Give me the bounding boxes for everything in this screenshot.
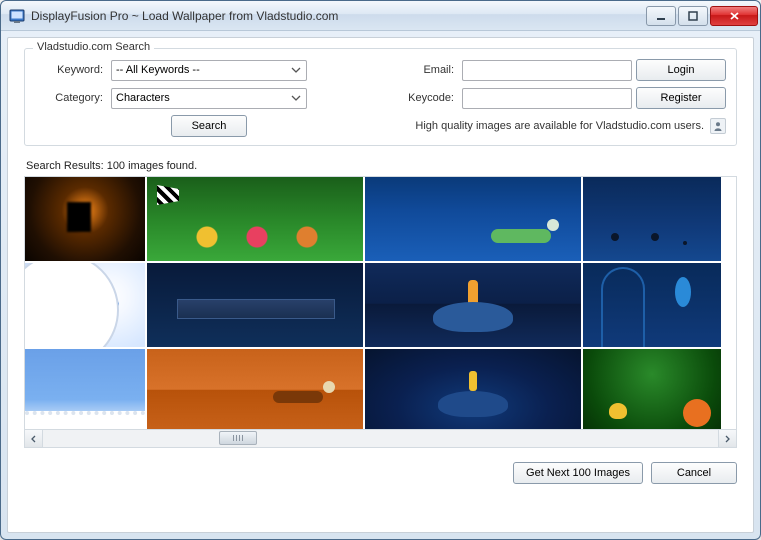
keyword-select[interactable]: -- All Keywords --: [111, 60, 307, 81]
search-button[interactable]: Search: [171, 115, 247, 137]
search-groupbox: Vladstudio.com Search Keyword: -- All Ke…: [24, 48, 737, 146]
email-input[interactable]: [462, 60, 632, 81]
wallpaper-thumb[interactable]: [25, 349, 145, 430]
wallpaper-thumb[interactable]: [147, 349, 363, 430]
wallpaper-thumb[interactable]: [25, 263, 145, 347]
wallpaper-thumb[interactable]: [583, 177, 721, 261]
keyword-label: Keyword:: [35, 64, 107, 76]
minimize-button[interactable]: [646, 6, 676, 26]
get-next-button[interactable]: Get Next 100 Images: [513, 462, 643, 484]
scroll-right-button[interactable]: [718, 430, 736, 447]
wallpaper-thumb[interactable]: [583, 263, 721, 347]
search-groupbox-title: Vladstudio.com Search: [33, 41, 154, 53]
scroll-left-button[interactable]: [25, 430, 43, 447]
register-button[interactable]: Register: [636, 87, 726, 109]
close-icon: [729, 11, 740, 21]
maximize-icon: [688, 11, 698, 21]
chevron-right-icon: [724, 435, 731, 443]
dialog-footer: Get Next 100 Images Cancel: [24, 458, 737, 484]
wallpaper-thumb[interactable]: [25, 177, 145, 261]
hq-hint-text: High quality images are available for Vl…: [415, 120, 704, 132]
chevron-left-icon: [30, 435, 37, 443]
window-controls: [646, 6, 758, 26]
user-icon: [710, 118, 726, 134]
wallpaper-thumb[interactable]: [365, 349, 581, 430]
wallpaper-thumb[interactable]: [365, 263, 581, 347]
app-icon: [9, 8, 25, 24]
wallpaper-thumb[interactable]: [147, 263, 363, 347]
scroll-thumb[interactable]: [219, 431, 257, 445]
window-frame: DisplayFusion Pro ~ Load Wallpaper from …: [0, 0, 761, 540]
client-area: Vladstudio.com Search Keyword: -- All Ke…: [7, 37, 754, 533]
scroll-track[interactable]: [43, 430, 718, 447]
cancel-button[interactable]: Cancel: [651, 462, 737, 484]
results-hscrollbar[interactable]: [24, 430, 737, 448]
category-label: Category:: [35, 92, 107, 104]
category-select[interactable]: Characters: [111, 88, 307, 109]
titlebar[interactable]: DisplayFusion Pro ~ Load Wallpaper from …: [1, 1, 760, 31]
login-button[interactable]: Login: [636, 59, 726, 81]
close-button[interactable]: [710, 6, 758, 26]
minimize-icon: [656, 11, 666, 21]
wallpaper-thumb[interactable]: [583, 349, 721, 430]
window-title: DisplayFusion Pro ~ Load Wallpaper from …: [31, 9, 646, 23]
wallpaper-thumb[interactable]: [147, 177, 363, 261]
maximize-button[interactable]: [678, 6, 708, 26]
results-grid: [24, 176, 737, 430]
wallpaper-thumb[interactable]: [365, 177, 581, 261]
keycode-label: Keycode:: [408, 92, 458, 104]
keycode-input[interactable]: [462, 88, 632, 109]
results-label: Search Results: 100 images found.: [26, 160, 737, 172]
email-label: Email:: [408, 64, 458, 76]
